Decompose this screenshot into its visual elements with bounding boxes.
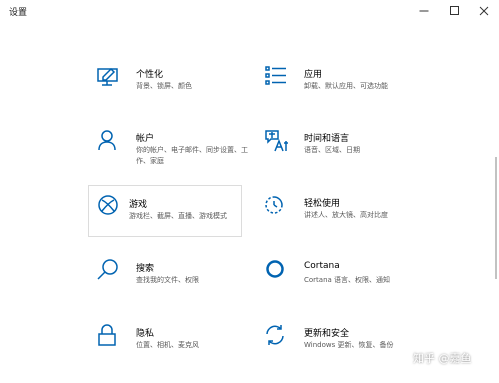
- category-desc: Windows 更新、恢复、备份: [304, 341, 394, 349]
- window-title: 设置: [9, 8, 28, 18]
- category-desc: 查找我的文件、权限: [136, 276, 199, 284]
- minimize-button[interactable]: [409, 0, 439, 22]
- search-icon: [96, 258, 122, 284]
- category-name: 时间和语言: [304, 134, 350, 144]
- category-update-security[interactable]: 更新和安全 Windows 更新、恢复、备份: [264, 323, 418, 375]
- display-pen-icon: [96, 64, 122, 90]
- category-name: 轻松使用: [304, 199, 341, 209]
- close-button[interactable]: [469, 0, 499, 22]
- maximize-icon: [450, 6, 459, 15]
- category-name: 游戏: [129, 200, 148, 210]
- category-desc: 游戏栏、截屏、直播、游戏模式: [129, 212, 227, 220]
- scrollbar[interactable]: [495, 157, 497, 279]
- category-desc: 语音、区域、日期: [304, 146, 360, 154]
- category-personalization[interactable]: 个性化 背景、锁屏、颜色: [96, 64, 250, 116]
- cortana-icon: [264, 258, 290, 284]
- category-accounts[interactable]: 帐户 你的帐户、电子邮件、同步设置、工作、家庭: [96, 128, 250, 180]
- category-desc: 讲述人、放大镜、高对比度: [304, 211, 388, 219]
- category-name: 帐户: [136, 134, 155, 144]
- category-name: 隐私: [136, 329, 155, 339]
- maximize-button[interactable]: [440, 0, 470, 22]
- time-language-icon: [264, 128, 290, 154]
- category-privacy[interactable]: 隐私 位置、相机、麦克风: [96, 323, 250, 375]
- category-ease-of-access[interactable]: 轻松使用 讲述人、放大镜、高对比度: [264, 193, 418, 245]
- category-cortana[interactable]: Cortana Cortana 语言、权限、通知: [264, 258, 418, 310]
- category-name: Cortana: [304, 261, 340, 271]
- watermark: 知乎 @嘉鱼: [413, 352, 472, 365]
- update-icon: [264, 323, 290, 349]
- category-desc: 位置、相机、麦克风: [136, 341, 199, 349]
- category-desc: 背景、锁屏、颜色: [136, 82, 192, 90]
- category-name: 搜索: [136, 264, 155, 274]
- category-name: 更新和安全: [304, 329, 350, 339]
- category-search[interactable]: 搜索 查找我的文件、权限: [96, 258, 250, 310]
- lock-icon: [96, 323, 122, 349]
- category-name: 个性化: [136, 70, 164, 80]
- category-apps[interactable]: 应用 卸载、默认应用、可选功能: [264, 64, 418, 116]
- category-desc: 你的帐户、电子邮件、同步设置、工作、家庭: [136, 146, 248, 165]
- close-icon: [479, 6, 489, 16]
- minimize-icon: [419, 10, 429, 12]
- category-time-language[interactable]: 时间和语言 语音、区域、日期: [264, 128, 418, 180]
- title-bar: 设置: [0, 0, 499, 24]
- category-desc: Cortana 语言、权限、通知: [304, 276, 391, 284]
- category-gaming[interactable]: 游戏 游戏栏、截屏、直播、游戏模式: [88, 185, 242, 237]
- person-icon: [96, 128, 122, 154]
- category-desc: 卸载、默认应用、可选功能: [304, 82, 388, 90]
- apps-list-icon: [264, 64, 290, 90]
- ease-of-access-icon: [264, 193, 290, 219]
- xbox-icon: [97, 194, 123, 220]
- category-name: 应用: [304, 70, 323, 80]
